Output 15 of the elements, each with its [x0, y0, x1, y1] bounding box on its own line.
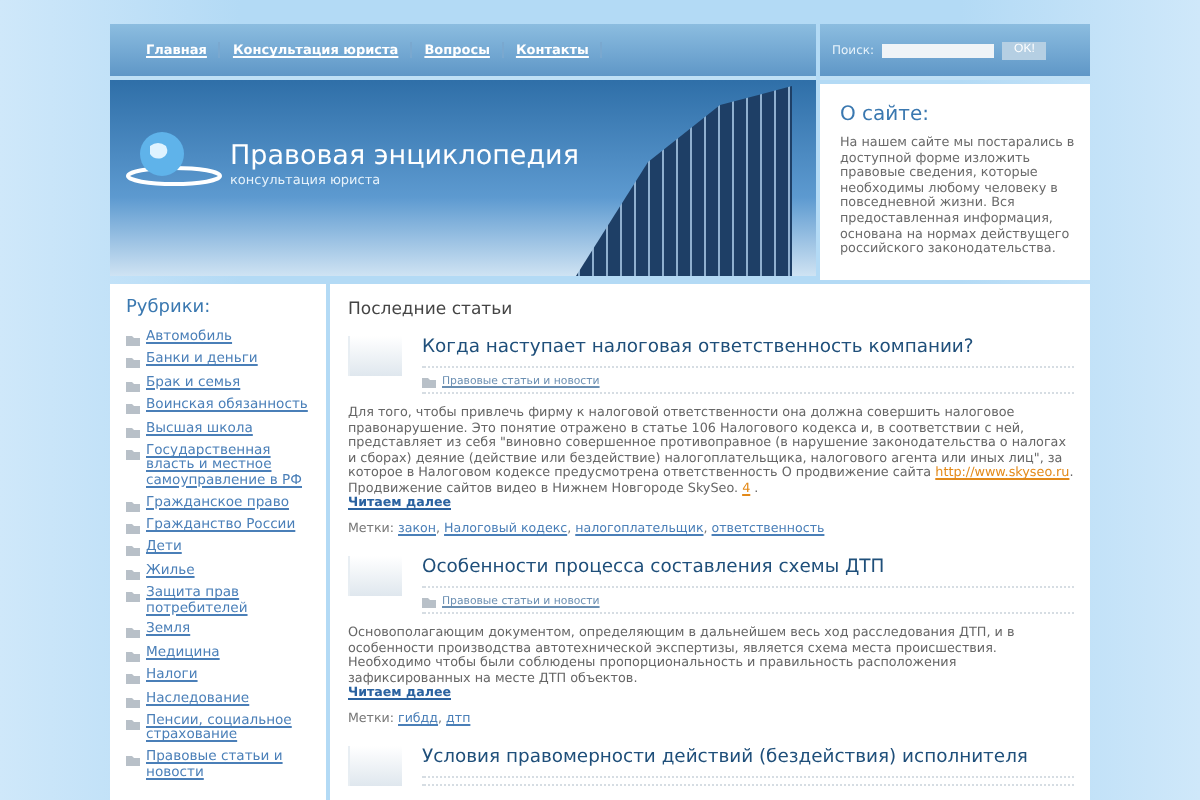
folder-icon [422, 596, 436, 608]
search-field[interactable] [882, 43, 995, 57]
site-title: Правовая энциклопедия [230, 140, 579, 172]
section-heading: Последние статьи [348, 300, 515, 320]
post-thumbnail [348, 556, 402, 596]
globe-logo-icon [126, 128, 222, 188]
post-thumbnail [348, 746, 402, 786]
post-thumbnail [348, 336, 402, 376]
folder-icon [126, 754, 140, 767]
post-title[interactable]: Особенности процесса составления схемы ДТП [422, 556, 1074, 588]
about-title: О сайте: [840, 104, 932, 126]
sidebar-title: Рубрики: [126, 298, 213, 318]
post-title[interactable]: Когда наступает налоговая ответственность компании? [422, 336, 1074, 368]
folder-icon [422, 376, 436, 388]
post-title[interactable]: Условия правомерности действий (бездействия) исполнителя [422, 746, 1074, 778]
